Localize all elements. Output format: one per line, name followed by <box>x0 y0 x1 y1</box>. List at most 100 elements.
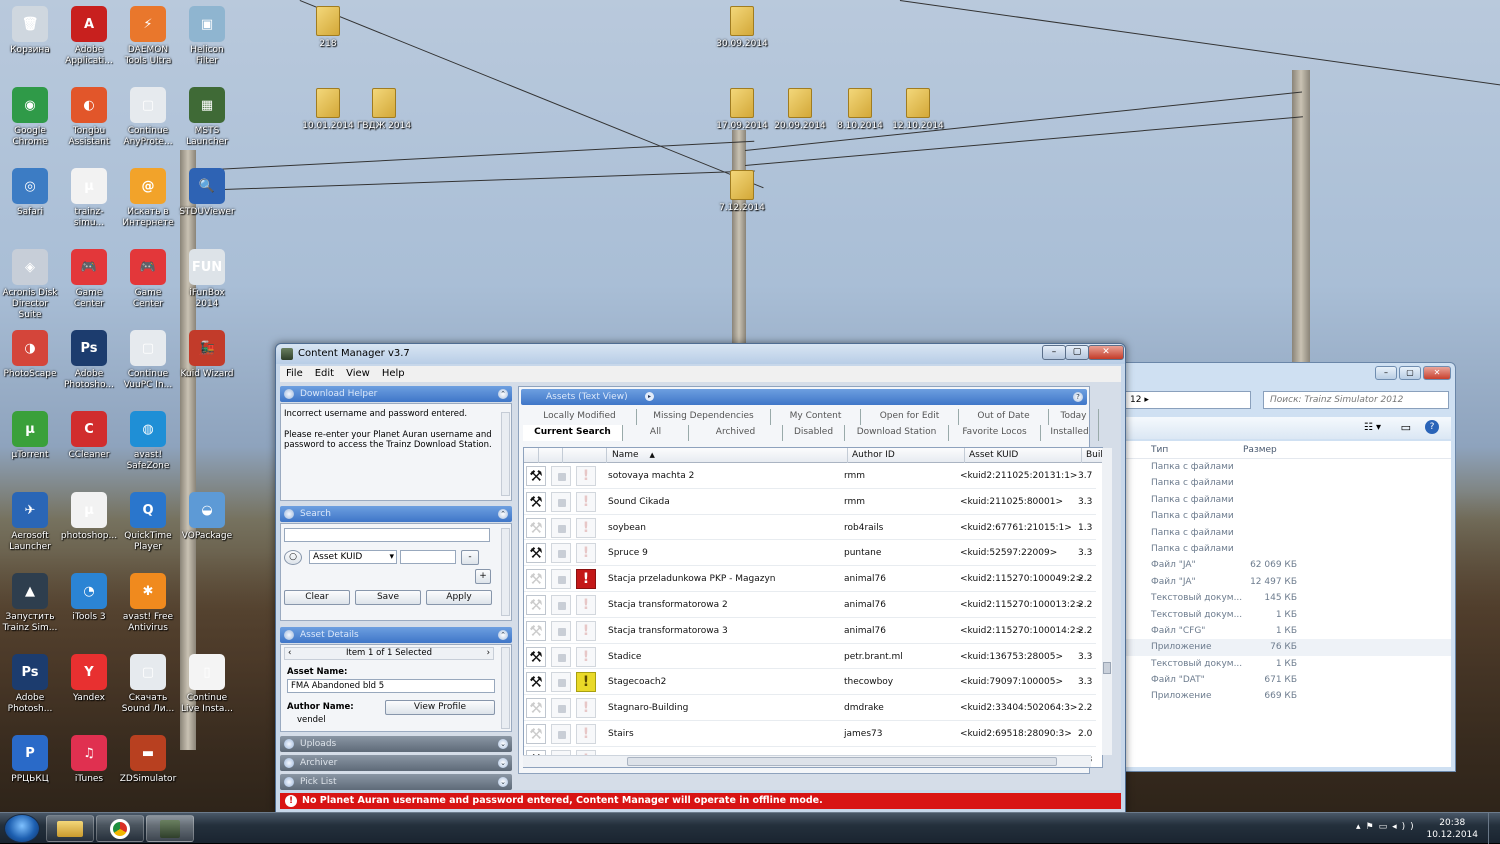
desktop-icon[interactable]: 🔍 STDUViewer <box>178 164 236 244</box>
list-item[interactable]: Файл "DAT" 671 КБ <box>1123 672 1451 688</box>
tab-current-search[interactable]: Current Search <box>523 425 623 441</box>
search-input[interactable]: Поиск: Trainz Simulator 2012 <box>1263 391 1449 409</box>
tab-disabled[interactable]: Disabled <box>783 425 845 441</box>
table-row[interactable]: ⚒! soybean rob4rails <kuid2:67761:21015:1> 1… <box>524 515 1096 541</box>
desktop-icon[interactable]: 🎮 Game Center <box>119 245 177 325</box>
next-icon[interactable]: › <box>487 648 490 659</box>
tab-locally-modified[interactable]: Locally Modified <box>523 409 637 425</box>
asset-details-header[interactable]: Asset Details ⌃ <box>280 627 512 643</box>
desktop-icon[interactable]: C CCleaner <box>60 407 118 487</box>
edit-tools-icon[interactable]: ⚒ <box>526 569 546 590</box>
taskbar-content-manager[interactable] <box>146 815 194 842</box>
desktop-icon[interactable]: ▲ Запустить Trainz Sim... <box>1 569 59 649</box>
list-item[interactable]: Папка с файлами <box>1123 459 1451 475</box>
maximize-button[interactable]: ▢ <box>1399 366 1421 380</box>
expand-icon[interactable]: ⌄ <box>498 777 508 787</box>
expand-icon[interactable]: ⌄ <box>498 739 508 749</box>
desktop-icon[interactable]: ◑ PhotoScape <box>1 326 59 406</box>
col-name[interactable]: Name ▲ <box>612 450 655 460</box>
desktop-icon[interactable]: Ps Adobe Photosho... <box>60 326 118 406</box>
tab-out-of-date[interactable]: Out of Date <box>959 409 1049 425</box>
desktop-icon[interactable]: µ µTorrent <box>1 407 59 487</box>
edit-tools-icon[interactable]: ⚒ <box>526 491 546 512</box>
add-criteria-button[interactable]: + <box>475 569 491 584</box>
edit-tools-icon[interactable]: ⚒ <box>526 595 546 615</box>
tab-favorite-locos[interactable]: Favorite Locos <box>949 425 1041 441</box>
tray-icons[interactable]: ▴⚑▭◂)) <box>1356 822 1419 832</box>
table-row[interactable]: ⚒! Stairs james73 <kuid2:69518:28090:3> 2.0 <box>524 721 1096 747</box>
remove-criteria-button[interactable]: - <box>461 550 479 565</box>
tab-open-for-edit[interactable]: Open for Edit <box>861 409 959 425</box>
search-text-input[interactable] <box>284 528 490 542</box>
desktop-folder[interactable]: 12.10.2014 <box>890 88 946 131</box>
explorer-window[interactable]: – ▢ ✕ 12 ▸ Поиск: Trainz Simulator 2012 … <box>1118 362 1456 772</box>
menu-help[interactable]: Help <box>376 366 411 379</box>
desktop-icon[interactable]: FUN iFunBox 2014 <box>178 245 236 325</box>
apply-button[interactable]: Apply <box>426 590 492 605</box>
desktop-icon[interactable]: 🗑 Корзина <box>1 2 59 82</box>
desktop-icon[interactable]: ▢ Скачать Sound Ли... <box>119 650 177 730</box>
desktop-icon[interactable]: Y Yandex <box>60 650 118 730</box>
search-value-input[interactable] <box>400 550 456 564</box>
tab-today[interactable]: Today <box>1049 409 1099 425</box>
desktop-icon[interactable]: ◉ Google Chrome <box>1 83 59 163</box>
address-bar[interactable]: 12 ▸ <box>1125 391 1251 409</box>
save-button[interactable]: Save <box>355 590 421 605</box>
title-bar[interactable]: Content Manager v3.7 – ▢ ✕ <box>276 344 1125 364</box>
desktop-icon[interactable]: µ trainz-simu... <box>60 164 118 244</box>
start-button[interactable] <box>4 814 40 843</box>
desktop-icon[interactable]: ◒ VOPackage <box>178 488 236 568</box>
tab-all[interactable]: All <box>623 425 689 441</box>
menu-edit[interactable]: Edit <box>309 366 340 379</box>
edit-tools-icon[interactable]: ⚒ <box>526 724 546 744</box>
file-list[interactable]: Тип Размер Папка с файлами Папка с файлам… <box>1123 441 1451 767</box>
desktop-icon[interactable]: ♫ iTunes <box>60 731 118 811</box>
taskbar-chrome[interactable] <box>96 815 144 842</box>
table-row[interactable]: ⚒! Stagnaro-Building dmdrake <kuid2:33404:5… <box>524 695 1096 721</box>
tab-installed[interactable]: Installed <box>1041 425 1099 441</box>
list-item[interactable]: Папка с файлами <box>1123 525 1451 541</box>
col-kuid[interactable]: Asset KUID <box>964 448 1018 463</box>
desktop-icon[interactable]: Q QuickTime Player <box>119 488 177 568</box>
list-item[interactable]: Текстовый докум... 1 КБ <box>1123 607 1451 623</box>
table-row[interactable]: ⚒! Stadice petr.brant.ml <kuid:136753:28005… <box>524 644 1096 670</box>
taskbar-explorer[interactable] <box>46 815 94 842</box>
list-item[interactable]: Приложение 76 КБ <box>1123 639 1451 656</box>
view-options-icon[interactable]: ☷ ▾ <box>1364 422 1381 433</box>
list-item[interactable]: Файл "CFG" 1 КБ <box>1123 623 1451 639</box>
help-icon[interactable]: ? <box>1073 392 1083 402</box>
collapse-icon[interactable]: ⌃ <box>498 389 508 399</box>
table-row[interactable]: ⚒! Stacja przeladunkowa PKP - Magazyn anim… <box>524 566 1096 592</box>
table-row[interactable]: ⚒! Sound Cikada rmm <kuid:211025:80001> 3.3 <box>524 489 1096 515</box>
asset-name-field[interactable]: FMA Abandoned bld 5 <box>287 679 495 693</box>
clear-button[interactable]: Clear <box>284 590 350 605</box>
edit-tools-icon[interactable]: ⚒ <box>526 698 546 719</box>
desktop-folder[interactable]: 30.09.2014 <box>714 6 770 49</box>
desktop-icon[interactable]: Ps Adobe Photosh... <box>1 650 59 730</box>
scroll-thumb[interactable] <box>627 757 1057 766</box>
desktop-icon[interactable]: ▬ ZDSimulator <box>119 731 177 811</box>
edit-tools-icon[interactable]: ⚒ <box>526 672 546 693</box>
scrollbar[interactable] <box>501 647 510 729</box>
desktop-icon[interactable]: ◍ avast! SafeZone <box>119 407 177 487</box>
desktop-icon[interactable]: ▯ Continue Live Insta... <box>178 650 236 730</box>
desktop-folder[interactable]: ГВДЖ 2014 <box>356 88 412 131</box>
desktop-icon[interactable]: ▢ Continue AnyProte... <box>119 83 177 163</box>
list-item[interactable]: Файл "JA" 12 497 КБ <box>1123 574 1451 590</box>
horizontal-scrollbar[interactable] <box>523 755 1091 767</box>
table-row[interactable]: ⚒! Stacja transformatorowa 2 animal76 <kuid… <box>524 592 1096 618</box>
tab-missing-dependencies[interactable]: Missing Dependencies <box>637 409 771 425</box>
edit-tools-icon[interactable]: ⚒ <box>526 646 546 667</box>
scroll-thumb[interactable] <box>1103 662 1111 674</box>
item-navigator[interactable]: ‹ Item 1 of 1 Selected › <box>284 647 494 660</box>
tab-my-content[interactable]: My Content <box>771 409 861 425</box>
help-icon[interactable]: ? <box>1425 420 1439 434</box>
desktop-folder[interactable]: 20.09.2014 <box>772 88 828 131</box>
tab-download-station[interactable]: Download Station <box>845 425 949 441</box>
scrollbar[interactable] <box>501 412 510 496</box>
desktop-folder[interactable]: 218 <box>300 6 356 49</box>
col-build[interactable]: Build <box>1081 448 1102 463</box>
desktop-icon[interactable]: A Adobe Applicati... <box>60 2 118 82</box>
list-item[interactable]: Папка с файлами <box>1123 492 1451 508</box>
download-helper-header[interactable]: Download Helper ⌃ <box>280 386 512 402</box>
